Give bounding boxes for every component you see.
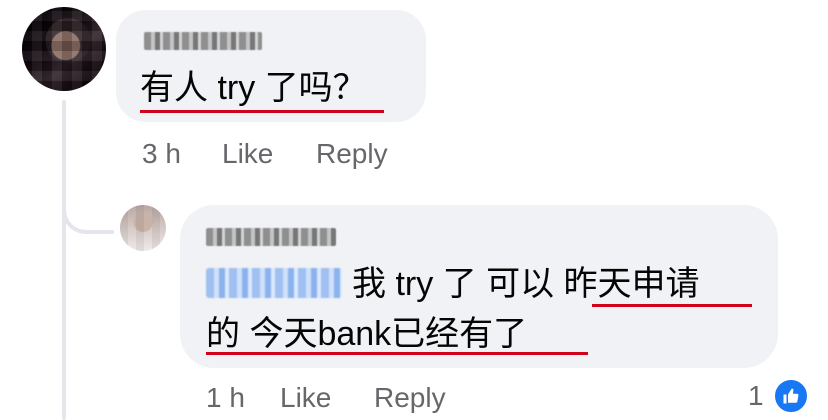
reply-reply-button[interactable]: Reply	[374, 382, 446, 414]
thread-connector-curve	[62, 190, 114, 234]
reply-text-line-2: 的 今天bank已经有了	[206, 315, 528, 353]
mention-tag-blurred[interactable]	[206, 268, 342, 298]
commenter-name-blurred[interactable]	[144, 32, 262, 50]
reply-underline-1	[592, 304, 752, 307]
replier-name-blurred[interactable]	[206, 228, 336, 246]
comment-like-button[interactable]: Like	[222, 138, 273, 170]
reply-underline-2	[206, 352, 588, 355]
reply-timestamp[interactable]: 1 h	[206, 382, 245, 414]
comment-text: 有人 try 了吗？	[140, 69, 367, 107]
reply-like-button[interactable]: Like	[280, 382, 331, 414]
reaction-count[interactable]: 1	[748, 380, 764, 412]
thread-connector-line	[62, 100, 66, 420]
comment-reply-button[interactable]: Reply	[316, 138, 388, 170]
comment-underline	[140, 110, 384, 113]
commenter-avatar[interactable]	[22, 7, 106, 91]
thumbs-up-icon[interactable]	[773, 378, 809, 414]
comment-timestamp[interactable]: 3 h	[142, 138, 181, 170]
reply-text-line-1: 我 try 了 可以 昨天申请	[352, 265, 700, 303]
replier-avatar[interactable]	[120, 205, 166, 251]
